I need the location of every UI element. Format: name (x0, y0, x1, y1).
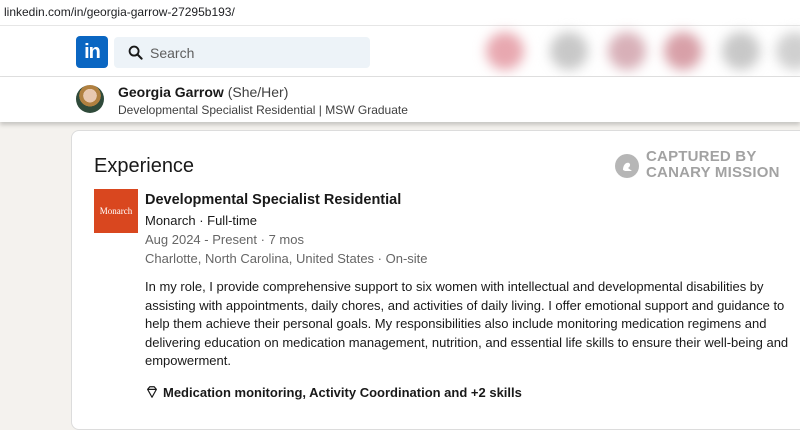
watermark-line-1: CAPTURED BY (646, 148, 757, 165)
company-logo[interactable]: Monarch (94, 189, 138, 233)
diamond-icon (147, 386, 157, 398)
sticky-profile-bar: Georgia Garrow (She/Her) Developmental S… (0, 77, 800, 122)
search-input[interactable]: Search (114, 37, 370, 68)
watermark-text: CAPTURED BY CANARY MISSION (646, 149, 780, 181)
job-skills[interactable]: Medication monitoring, Activity Coordina… (145, 385, 522, 400)
company-employment: Monarch · Full-time (145, 213, 257, 228)
job-location: Charlotte, North Carolina, United States… (145, 251, 428, 266)
browser-url-bar[interactable]: linkedin.com/in/georgia-garrow-27295b193… (0, 0, 800, 26)
profile-name: Georgia Garrow (118, 84, 224, 100)
linkedin-logo[interactable]: in (76, 36, 108, 68)
canary-icon (615, 154, 639, 178)
search-icon (128, 45, 143, 60)
nav-icon-blurred[interactable] (550, 32, 588, 70)
profile-headline: Developmental Specialist Residential | M… (118, 103, 408, 117)
nav-icon-blurred[interactable] (776, 32, 800, 70)
top-nav: in Search (0, 26, 800, 77)
job-dates: Aug 2024 - Present · 7 mos (145, 232, 304, 247)
job-title[interactable]: Developmental Specialist Residential (145, 192, 401, 208)
profile-pronouns: (She/Her) (227, 84, 289, 100)
section-title: Experience (94, 155, 195, 177)
nav-icon-blurred[interactable] (486, 32, 524, 70)
nav-icon-blurred[interactable] (664, 32, 702, 70)
nav-icon-blurred[interactable] (608, 32, 646, 70)
url-text[interactable]: linkedin.com/in/georgia-garrow-27295b193… (4, 5, 235, 19)
company-logo-text: Monarch (99, 206, 133, 216)
job-description: In my role, I provide comprehensive supp… (145, 279, 789, 369)
avatar[interactable] (76, 85, 104, 113)
search-placeholder: Search (150, 45, 195, 61)
skills-text: Medication monitoring, Activity Coordina… (163, 385, 522, 400)
nav-icon-blurred[interactable] (722, 32, 760, 70)
watermark-line-2: CANARY MISSION (646, 164, 780, 181)
watermark: CAPTURED BY CANARY MISSION (615, 149, 795, 183)
profile-name-line: Georgia Garrow (She/Her) (118, 84, 288, 100)
experience-card: Experience CAPTURED BY CANARY MISSION Mo… (71, 130, 800, 430)
